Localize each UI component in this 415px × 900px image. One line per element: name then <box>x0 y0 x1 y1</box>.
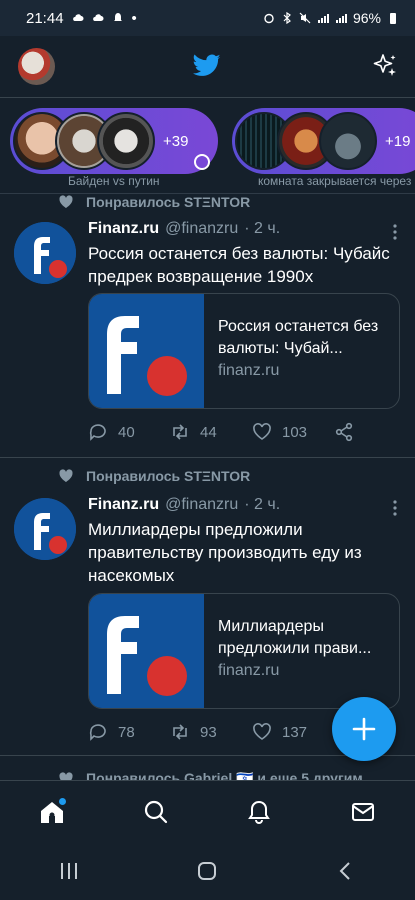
liked-by-text: Понравилось STΞNTOR <box>86 194 251 210</box>
link-card-title: Миллиардеры предложили прави... <box>218 618 372 657</box>
sparkle-icon[interactable] <box>371 52 399 80</box>
retweet-button[interactable]: 93 <box>170 722 252 742</box>
finanz-logo-icon <box>14 498 76 560</box>
heart-icon <box>253 423 271 440</box>
plus-icon <box>352 717 376 741</box>
heart-icon <box>253 723 271 740</box>
tweet-author-name[interactable]: Finanz.ru <box>88 496 159 514</box>
tweet-author-handle: @finanzru <box>165 220 239 237</box>
tweet-time: · 2 ч. <box>244 496 281 513</box>
bottom-navigation <box>0 780 415 842</box>
status-time: 21:44 <box>26 9 64 27</box>
back-icon[interactable] <box>335 860 357 882</box>
space-card-1[interactable]: +39 <box>10 108 218 174</box>
reply-button[interactable]: 40 <box>88 422 170 442</box>
tweet-author-name[interactable]: Finanz.ru <box>88 220 159 238</box>
reply-icon <box>89 424 106 441</box>
retweet-button[interactable]: 44 <box>170 422 252 442</box>
tweet-item-partial: Понравилось Gabriel 🇮🇱 и еще 5 другим <box>0 766 415 780</box>
mail-icon <box>352 802 375 821</box>
more-notifications-dot: • <box>131 9 137 27</box>
nav-messages[interactable] <box>343 792 383 832</box>
tweet-author-avatar[interactable] <box>14 222 76 284</box>
like-button[interactable]: 137 <box>252 722 334 742</box>
space-listener-count: +19 <box>385 132 411 150</box>
system-navigation-bar <box>0 842 415 900</box>
spaces-row: +39 Байден vs путин +19 комната закрывае… <box>0 98 415 194</box>
compose-tweet-button[interactable] <box>332 697 396 761</box>
tweet-author-handle: @finanzru <box>165 496 239 513</box>
profile-avatar[interactable] <box>18 48 55 85</box>
space-listener-count: +39 <box>163 132 189 150</box>
battery-percent: 96% <box>352 10 381 26</box>
lte-signal-icon <box>335 14 347 23</box>
like-count: 137 <box>282 723 308 741</box>
tweet-actions: 40 44 103 <box>88 422 415 442</box>
space-participant-avatar <box>97 112 155 170</box>
retweet-icon <box>173 724 187 740</box>
tweet-text: Миллиардеры предложили правительству про… <box>88 520 362 585</box>
tweet-author-avatar[interactable] <box>14 498 76 560</box>
link-card-image <box>89 294 204 408</box>
heart-filled-icon <box>59 195 73 208</box>
link-card-domain: finanz.ru <box>218 362 280 379</box>
reply-count: 40 <box>118 423 135 441</box>
twitter-bird-icon[interactable] <box>193 54 221 78</box>
tweet-actions: 78 93 137 <box>88 722 334 742</box>
more-options-icon[interactable] <box>393 224 397 240</box>
social-context: Понравилось STΞNTOR <box>58 194 250 210</box>
liked-by-text: Понравилось STΞNTOR <box>86 468 251 484</box>
signal-icon <box>317 14 329 23</box>
space-title: комната закрывается через <box>258 174 412 188</box>
retweet-icon <box>173 424 187 440</box>
battery-icon <box>390 13 396 24</box>
more-options-icon[interactable] <box>393 500 397 516</box>
mute-icon <box>299 12 311 24</box>
nav-notifications[interactable] <box>239 792 279 832</box>
home-button-icon[interactable] <box>196 860 218 882</box>
nav-search[interactable] <box>136 792 176 832</box>
social-context: Понравилось STΞNTOR <box>58 468 250 484</box>
link-card-image <box>89 594 204 708</box>
new-content-dot <box>58 797 66 805</box>
top-app-bar <box>0 36 415 98</box>
link-card[interactable]: Россия останется без валюты: Чубай... fi… <box>88 293 400 409</box>
tweet-time: · 2 ч. <box>244 220 281 237</box>
reply-button[interactable]: 78 <box>88 722 170 742</box>
link-card-domain: finanz.ru <box>218 662 280 679</box>
space-card-2[interactable]: +19 <box>232 108 415 174</box>
space-participant-avatar <box>319 112 377 170</box>
social-context: Понравилось Gabriel 🇮🇱 и еще 5 другим <box>58 770 363 780</box>
like-button[interactable]: 103 <box>252 422 334 442</box>
recent-apps-icon[interactable] <box>58 861 80 881</box>
heart-filled-icon <box>59 771 73 780</box>
cloud-icon <box>92 14 104 21</box>
liked-by-text: Понравилось Gabriel 🇮🇱 и еще 5 другим <box>86 770 363 780</box>
like-count: 103 <box>282 423 308 441</box>
tweet-item[interactable]: Понравилось STΞNTOR Finanz.ru @finanzru … <box>0 194 415 458</box>
share-button[interactable] <box>334 422 415 442</box>
link-card[interactable]: Миллиардеры предложили прави... finanz.r… <box>88 593 400 709</box>
reply-icon <box>89 724 106 741</box>
finanz-logo-icon <box>14 222 76 284</box>
nav-home[interactable] <box>32 792 72 832</box>
notification-icon <box>113 13 122 21</box>
tweet-text: Россия останется без валюты: Чубайс пред… <box>88 244 390 286</box>
tweet-header: Finanz.ru @finanzru · 2 ч. <box>88 220 280 238</box>
heart-filled-icon <box>59 469 73 482</box>
retweet-count: 44 <box>200 423 217 441</box>
status-bar: 21:44 • 96% <box>0 0 415 36</box>
link-card-title: Россия останется без валюты: Чубай... <box>218 318 379 357</box>
space-audio-icon <box>194 154 210 170</box>
alarm-icon <box>264 13 274 24</box>
bell-icon <box>248 800 271 824</box>
cloud-icon <box>72 14 84 21</box>
bluetooth-icon <box>283 12 291 24</box>
reply-count: 78 <box>118 723 135 741</box>
retweet-count: 93 <box>200 723 217 741</box>
share-icon <box>335 422 353 442</box>
space-title: Байден vs путин <box>68 174 160 188</box>
tweet-header: Finanz.ru @finanzru · 2 ч. <box>88 496 280 514</box>
search-icon <box>144 800 167 823</box>
